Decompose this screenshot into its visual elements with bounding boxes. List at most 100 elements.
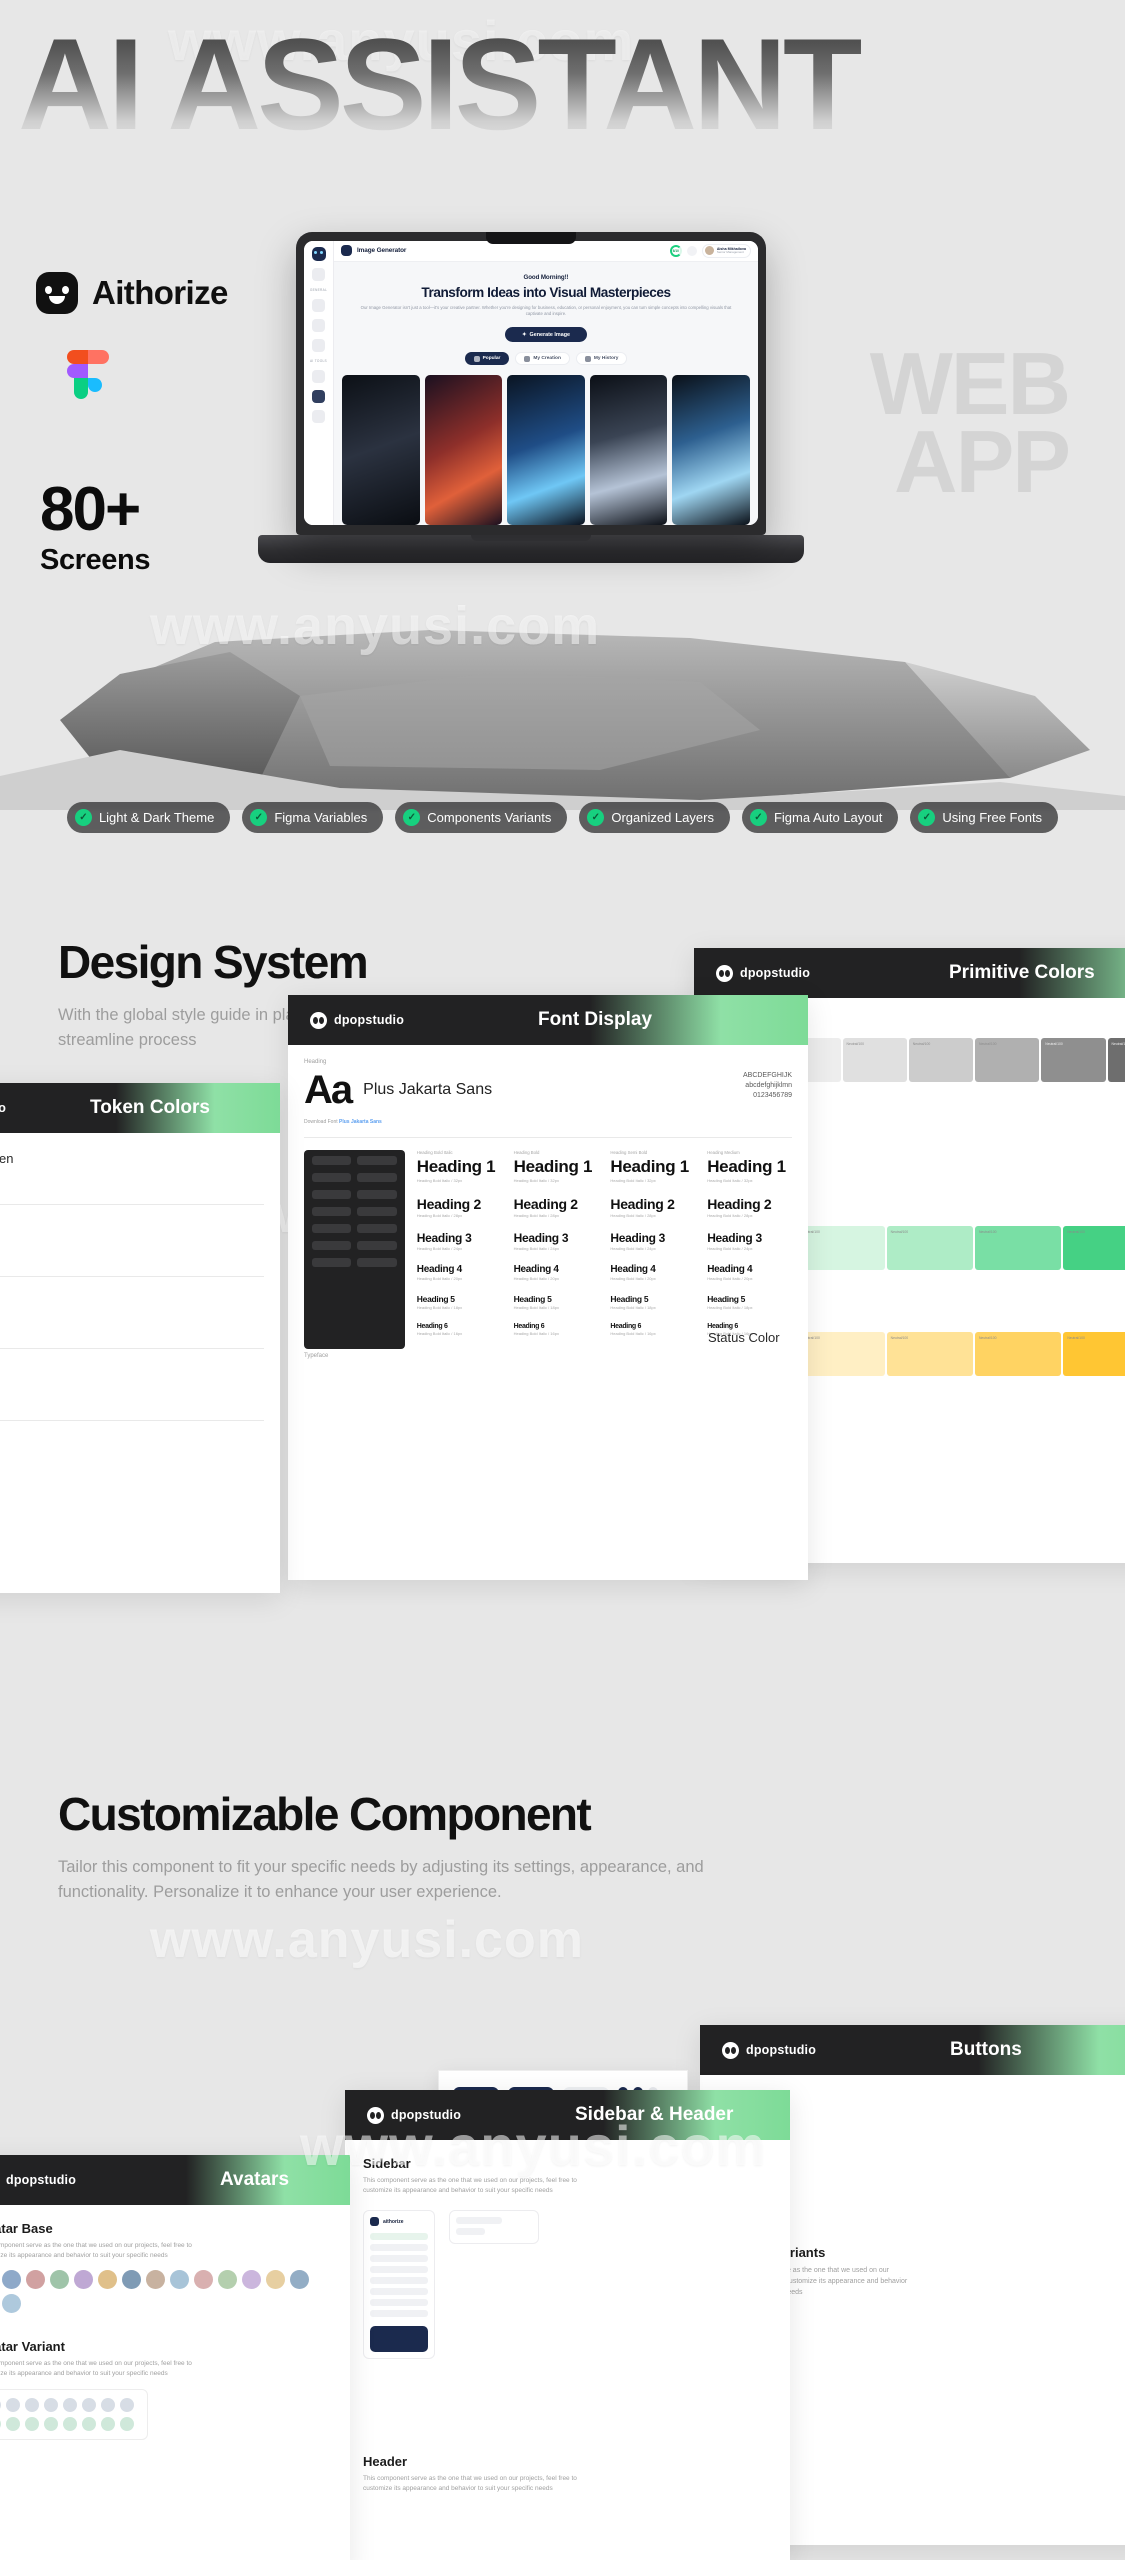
color-swatch[interactable]: Neutral/100 bbox=[886, 1226, 973, 1270]
sidebar-item-dashboard[interactable] bbox=[312, 299, 325, 312]
avatar[interactable] bbox=[44, 2398, 58, 2413]
gallery-item[interactable] bbox=[342, 375, 420, 525]
column-caption: Heading Semi Bold bbox=[610, 1150, 648, 1155]
heading-dark-column bbox=[304, 1150, 405, 1349]
avatar[interactable] bbox=[82, 2398, 96, 2413]
avatar[interactable] bbox=[2, 2294, 21, 2314]
avatar[interactable] bbox=[50, 2270, 69, 2290]
hero-big-title: AI ASSISTANT bbox=[18, 18, 1118, 150]
sidebar-nav-item[interactable] bbox=[370, 2310, 428, 2318]
avatar[interactable] bbox=[25, 2417, 39, 2432]
card-body: Sidebar This component serve as the one … bbox=[345, 2140, 790, 2510]
sidebar-item-refresh[interactable] bbox=[312, 319, 325, 332]
color-swatch[interactable]: Neutral/100 bbox=[908, 1038, 973, 1082]
avatar[interactable] bbox=[6, 2398, 20, 2413]
app-main: Image Generator 6/10 Aisha Mikhailova Se… bbox=[334, 241, 758, 525]
color-swatch[interactable]: Neutral/100 bbox=[798, 1226, 885, 1270]
avatar[interactable] bbox=[98, 2270, 117, 2290]
card-brand-name: dpopstudio bbox=[334, 1013, 405, 1027]
gallery-item[interactable] bbox=[672, 375, 750, 525]
color-swatch[interactable]: Neutral/100 bbox=[974, 1226, 1062, 1270]
download-font-row[interactable]: Download Font Plus Jakarta Sans bbox=[304, 1119, 792, 1125]
color-swatch[interactable]: Neutral/100 bbox=[975, 1038, 1040, 1082]
avatar[interactable] bbox=[122, 2270, 141, 2290]
download-font-link[interactable]: Plus Jakarta Sans bbox=[339, 1119, 382, 1125]
avatar[interactable] bbox=[170, 2270, 189, 2290]
sidebar-item-inbox[interactable] bbox=[312, 339, 325, 352]
color-swatch[interactable]: Neutral/100 bbox=[1041, 1038, 1106, 1082]
card-body: Background Token Token Surface Token Tok… bbox=[0, 1133, 280, 1439]
gallery-item[interactable] bbox=[589, 375, 668, 525]
avatar[interactable] bbox=[63, 2417, 77, 2432]
avatar[interactable] bbox=[0, 2417, 1, 2432]
avatar[interactable] bbox=[26, 2270, 45, 2290]
tab-my-creation[interactable]: My Creation bbox=[515, 352, 570, 365]
avatar[interactable] bbox=[2, 2270, 21, 2290]
avatar[interactable] bbox=[290, 2270, 309, 2290]
avatar[interactable] bbox=[266, 2270, 285, 2290]
avatar[interactable] bbox=[25, 2398, 39, 2413]
avatar[interactable] bbox=[120, 2398, 134, 2413]
card-brand-name: dpopstudio bbox=[0, 1101, 7, 1115]
feature-tag: ✓ Light & Dark Theme bbox=[66, 802, 231, 833]
card-brand-name: dpopstudio bbox=[740, 966, 811, 980]
sidebar-item-image-generator[interactable] bbox=[312, 390, 325, 403]
token-item: Token bbox=[0, 1367, 264, 1382]
figma-logo-icon bbox=[67, 350, 109, 399]
screens-count: 80+ bbox=[40, 475, 141, 544]
avatar[interactable] bbox=[101, 2398, 115, 2413]
sidebar-nav-item[interactable] bbox=[370, 2277, 428, 2285]
color-swatch[interactable]: Neutral/100 bbox=[1063, 1332, 1125, 1376]
sidebar-upsell-card[interactable] bbox=[370, 2326, 428, 2353]
tab-my-history[interactable]: My History bbox=[575, 352, 628, 365]
generate-image-button[interactable]: ✦ Generate Image bbox=[505, 327, 587, 342]
sidebar-nav-item[interactable] bbox=[370, 2255, 428, 2263]
avatar[interactable] bbox=[146, 2270, 165, 2290]
sidebar-nav-item[interactable] bbox=[370, 2233, 428, 2241]
sidebar-nav-item[interactable] bbox=[370, 2288, 428, 2296]
dpopstudio-logo-icon bbox=[722, 2041, 739, 2059]
font-sample-row: Aa Plus Jakarta Sans ABCDEFGHIJK abcdefg… bbox=[304, 1070, 792, 1110]
card-brand: dpopstudio bbox=[345, 2106, 461, 2124]
avatar[interactable] bbox=[63, 2398, 77, 2413]
sidebar-nav-item[interactable] bbox=[370, 2266, 428, 2274]
bell-icon[interactable] bbox=[686, 245, 697, 256]
user-chip[interactable]: Aisha Mikhailova Senior Management bbox=[701, 243, 751, 258]
color-swatch[interactable]: Neutral/100 bbox=[1063, 1226, 1125, 1270]
color-swatch[interactable]: Neutral/100 bbox=[974, 1332, 1062, 1376]
sidebar-collapse-icon[interactable] bbox=[312, 268, 325, 281]
avatar[interactable] bbox=[242, 2270, 261, 2290]
color-swatch[interactable]: Neutral/100 bbox=[1107, 1038, 1125, 1082]
avatar[interactable] bbox=[44, 2417, 58, 2432]
status-color-label: Status Color bbox=[708, 1330, 780, 1345]
card-title: Token Colors bbox=[90, 1097, 210, 1118]
avatar[interactable] bbox=[101, 2417, 115, 2432]
avatar[interactable] bbox=[6, 2417, 20, 2432]
tab-popular[interactable]: Popular bbox=[464, 352, 510, 365]
color-swatch[interactable]: Neutral/100 bbox=[842, 1038, 907, 1082]
app-sidebar[interactable]: GENERAL AI TOOLS bbox=[304, 241, 334, 525]
avatar[interactable] bbox=[82, 2417, 96, 2432]
color-swatch[interactable]: Neutral/100 bbox=[798, 1332, 885, 1376]
color-swatch[interactable]: Neutral/100 bbox=[886, 1332, 973, 1376]
avatar[interactable] bbox=[194, 2270, 213, 2290]
sidebar-item-clock[interactable] bbox=[312, 370, 325, 383]
customizable-title: Customizable Component bbox=[58, 1788, 592, 1840]
design-system-section: Design System With the global style guid… bbox=[0, 855, 1125, 1725]
heading-meta: Heading Bold Italic / 20px bbox=[610, 1276, 656, 1281]
card-title: Sidebar & Header bbox=[575, 2104, 734, 2125]
gallery-item[interactable] bbox=[507, 375, 585, 525]
avatar[interactable] bbox=[0, 2398, 1, 2413]
avatar[interactable] bbox=[218, 2270, 237, 2290]
avatar[interactable] bbox=[74, 2270, 93, 2290]
sidebar-nav-item[interactable] bbox=[370, 2244, 428, 2252]
feature-tag-label: Using Free Fonts bbox=[942, 810, 1043, 825]
gallery-item[interactable] bbox=[424, 375, 503, 525]
avatar[interactable] bbox=[120, 2417, 134, 2432]
sidebar-nav-item[interactable] bbox=[370, 2299, 428, 2307]
sidebar-item-music[interactable] bbox=[312, 410, 325, 423]
check-icon: ✓ bbox=[250, 809, 268, 826]
watermark-customizable: www.anyusi.com bbox=[150, 1911, 584, 1969]
sidebar-sub-desc: This component serve as the one that we … bbox=[363, 2177, 577, 2195]
tab-popular-label: Popular bbox=[482, 356, 501, 361]
